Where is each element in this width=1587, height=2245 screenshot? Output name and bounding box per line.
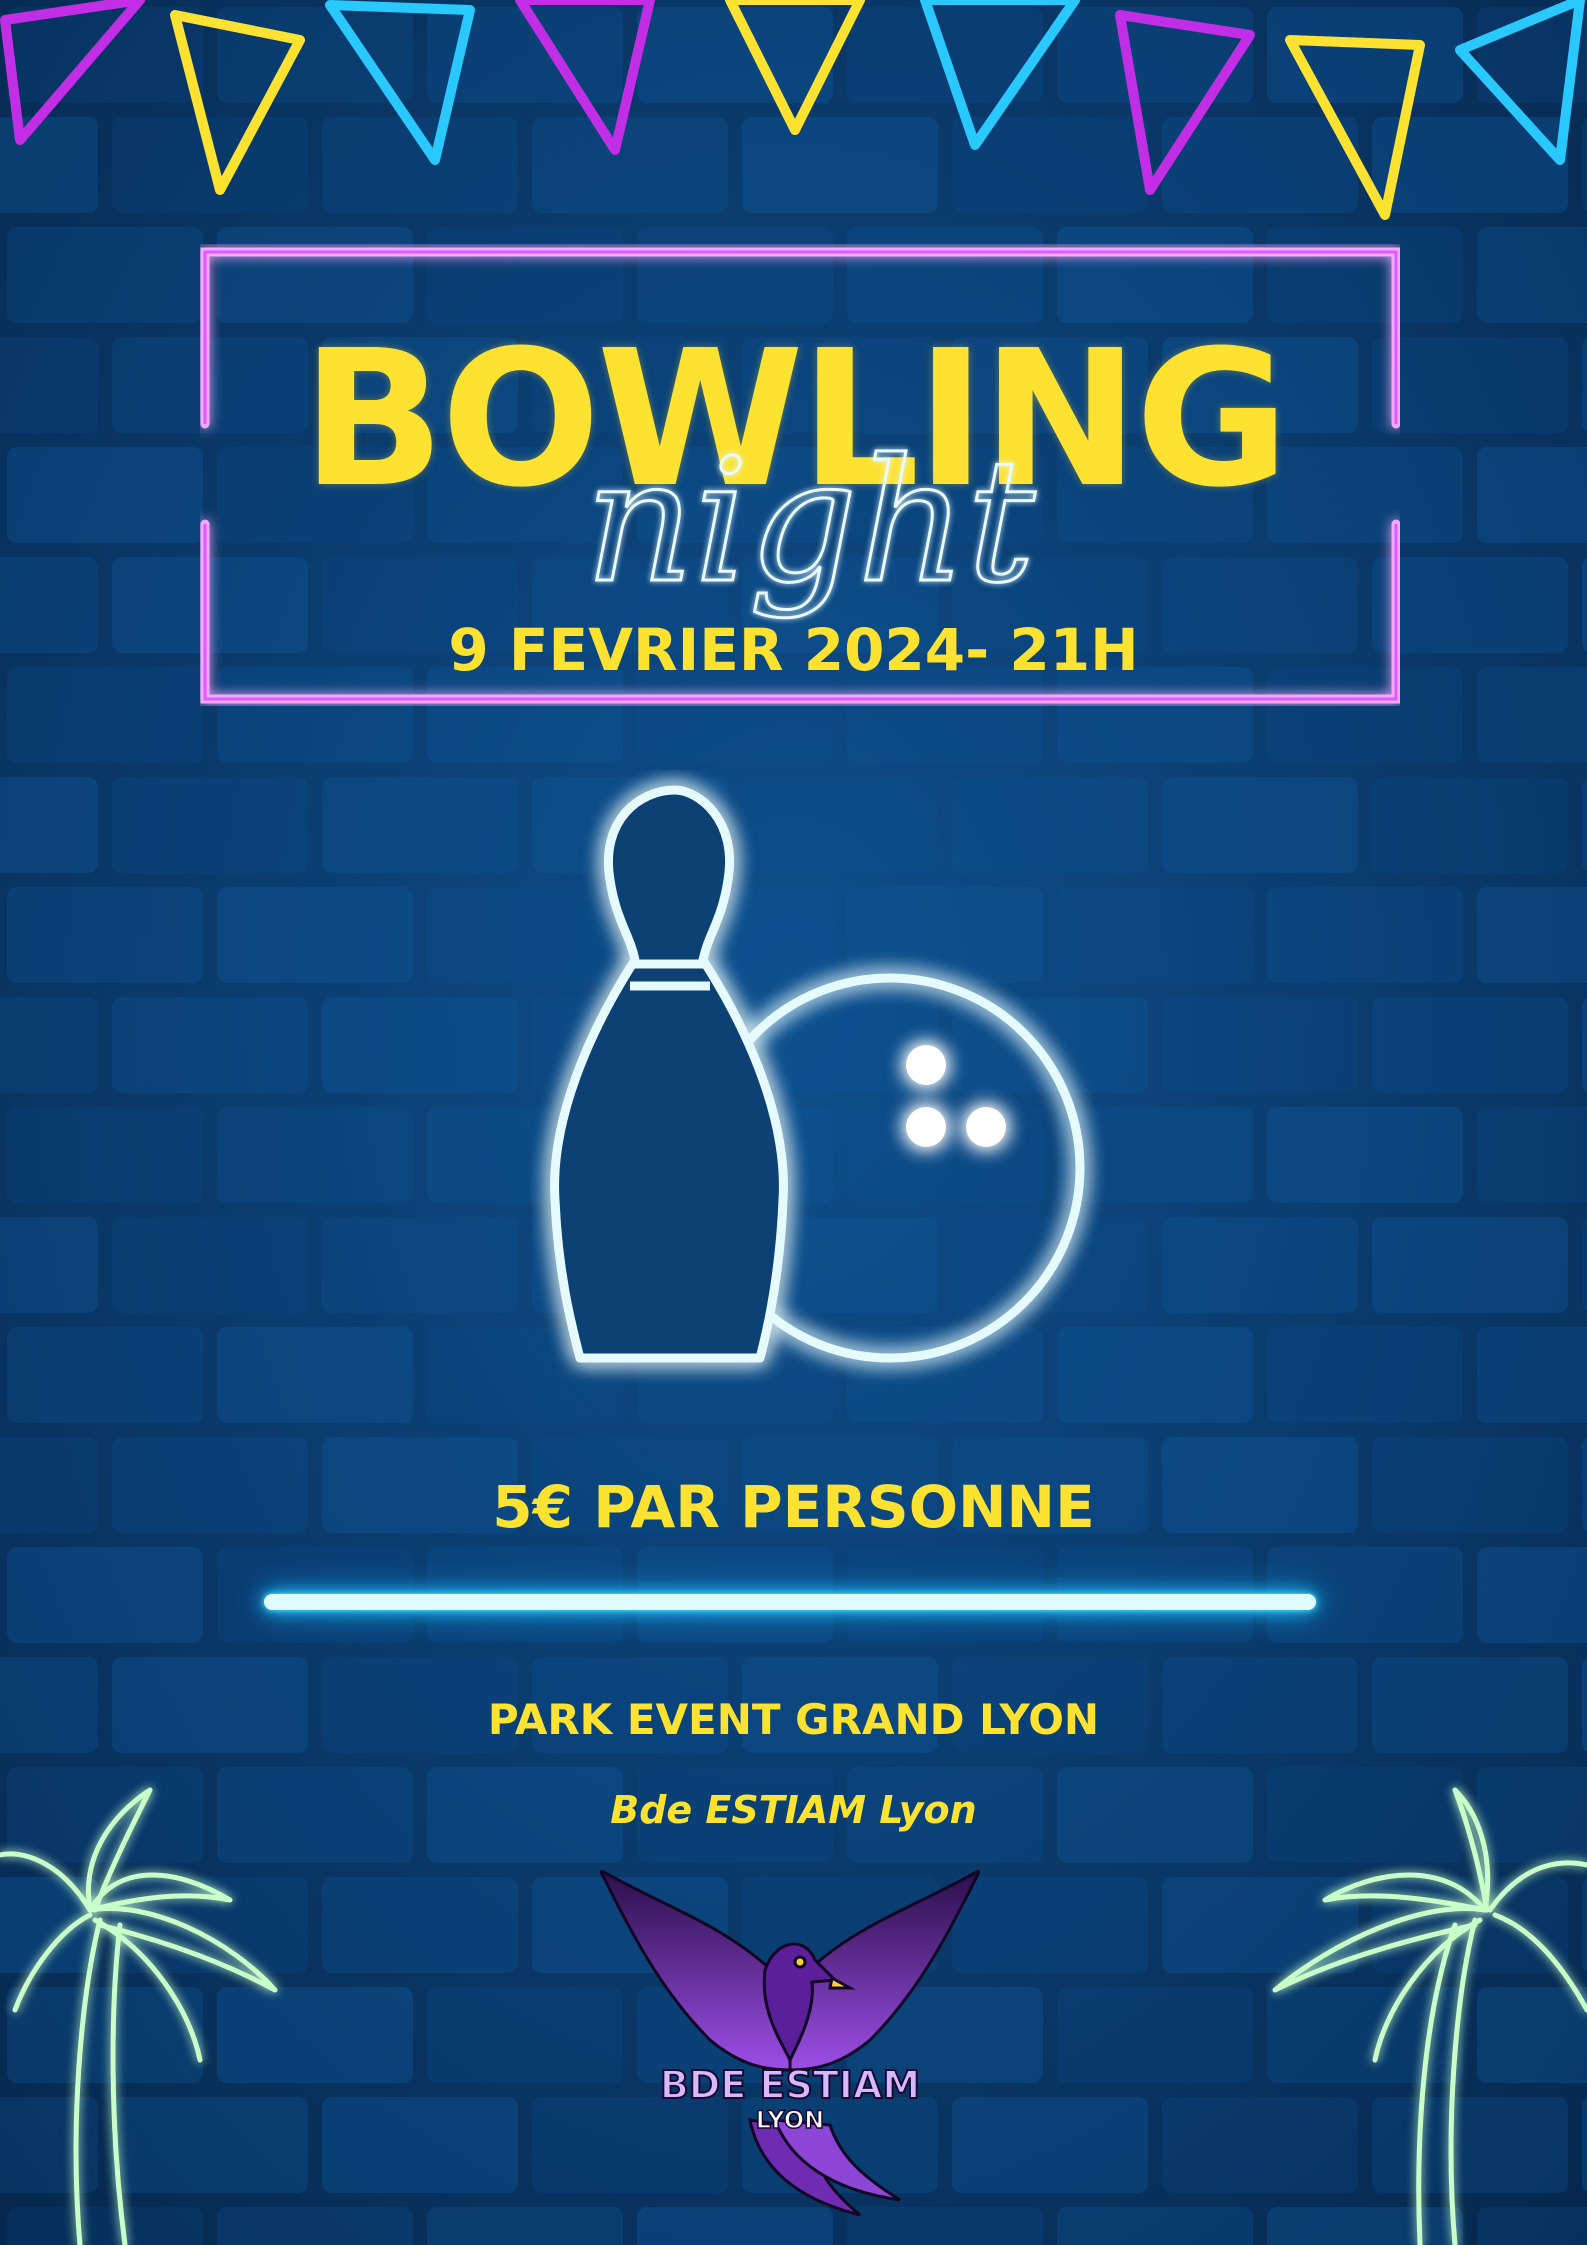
event-date: 9 FEVRIER 2024- 21H <box>448 616 1139 684</box>
neon-divider <box>264 1594 1316 1610</box>
price-label: 5€ PAR PERSONNE <box>492 1473 1095 1541</box>
palm-tree-icon <box>1272 1787 1587 2245</box>
venue-label: PARK EVENT GRAND LYON <box>487 1695 1100 1744</box>
bowling-pin-and-ball-icon <box>550 785 1085 1363</box>
logo-line2: LYON <box>756 2106 825 2134</box>
subtitle-text: night <box>585 430 1036 621</box>
logo-line1: BDE ESTIAM <box>660 2063 920 2107</box>
phoenix-icon: BDE ESTIAM LYON <box>600 1870 980 2217</box>
palm-tree-icon <box>0 1787 278 2245</box>
party-bunting-icon <box>0 0 1585 220</box>
